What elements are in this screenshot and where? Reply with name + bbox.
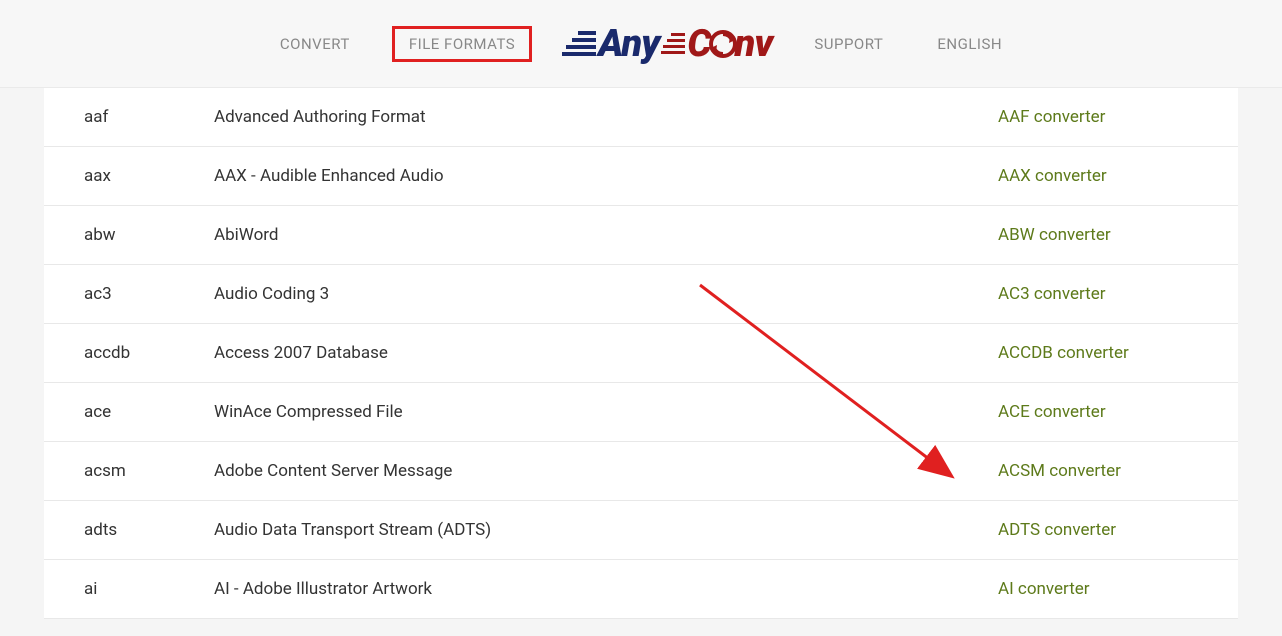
table-row: acsmAdobe Content Server MessageACSM con… (44, 442, 1238, 501)
format-extension: accdb (44, 324, 214, 383)
converter-link[interactable]: AAX converter (998, 166, 1107, 186)
converter-link[interactable]: AC3 converter (998, 284, 1105, 304)
header: CONVERT FILE FORMATS Any C nv SUPPORT EN… (0, 0, 1282, 88)
converter-link[interactable]: AI converter (998, 579, 1090, 599)
converter-link[interactable]: ABW converter (998, 225, 1111, 245)
table-row: aceWinAce Compressed FileACE converter (44, 383, 1238, 442)
table-row: abwAbiWordABW converter (44, 206, 1238, 265)
logo-text-any: Any (598, 22, 659, 66)
nav-english[interactable]: ENGLISH (925, 27, 1014, 61)
format-extension: aax (44, 147, 214, 206)
stripes-left-icon (562, 29, 596, 59)
converter-link[interactable]: ACCDB converter (998, 343, 1129, 363)
nav-support[interactable]: SUPPORT (802, 27, 895, 61)
converter-link[interactable]: ACSM converter (998, 461, 1121, 481)
converter-link[interactable]: ACE converter (998, 402, 1106, 422)
format-extension: adts (44, 501, 214, 560)
format-extension: ace (44, 383, 214, 442)
format-description: WinAce Compressed File (214, 383, 998, 442)
nav-convert[interactable]: CONVERT (268, 27, 362, 61)
converter-link[interactable]: AAF converter (998, 107, 1105, 127)
format-description: Access 2007 Database (214, 324, 998, 383)
format-extension: abw (44, 206, 214, 265)
stripes-right-icon (661, 31, 685, 57)
table-row: aafAdvanced Authoring FormatAAF converte… (44, 88, 1238, 147)
format-description: Adobe Content Server Message (214, 442, 998, 501)
format-description: Advanced Authoring Format (214, 88, 998, 147)
refresh-icon (709, 30, 737, 58)
format-description: Audio Data Transport Stream (ADTS) (214, 501, 998, 560)
table-row: aiAI - Adobe Illustrator ArtworkAI conve… (44, 560, 1238, 619)
logo[interactable]: Any C nv (562, 22, 772, 66)
logo-text-c: C (687, 22, 710, 66)
content: aafAdvanced Authoring FormatAAF converte… (44, 88, 1238, 619)
logo-text-nv: nv (735, 22, 773, 66)
format-extension: acsm (44, 442, 214, 501)
table-row: accdbAccess 2007 DatabaseACCDB converter (44, 324, 1238, 383)
format-description: AbiWord (214, 206, 998, 265)
format-description: Audio Coding 3 (214, 265, 998, 324)
converter-link[interactable]: ADTS converter (998, 520, 1116, 540)
table-row: aaxAAX - Audible Enhanced AudioAAX conve… (44, 147, 1238, 206)
format-extension: aaf (44, 88, 214, 147)
format-table: aafAdvanced Authoring FormatAAF converte… (44, 88, 1238, 619)
format-extension: ac3 (44, 265, 214, 324)
format-description: AAX - Audible Enhanced Audio (214, 147, 998, 206)
format-description: AI - Adobe Illustrator Artwork (214, 560, 998, 619)
table-row: adtsAudio Data Transport Stream (ADTS)AD… (44, 501, 1238, 560)
table-row: ac3Audio Coding 3AC3 converter (44, 265, 1238, 324)
nav-file-formats[interactable]: FILE FORMATS (392, 26, 532, 62)
format-extension: ai (44, 560, 214, 619)
